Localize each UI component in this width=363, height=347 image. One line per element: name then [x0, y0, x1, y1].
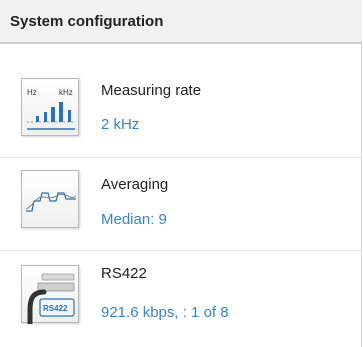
- averaging-title: Averaging: [101, 176, 169, 193]
- system-configuration-panel: System configuration Hz kHz Measuring ra…: [0, 0, 362, 347]
- measuring-rate-value-link[interactable]: 2 kHz: [101, 116, 139, 133]
- averaging-value-link[interactable]: Median: 9: [101, 211, 167, 228]
- icon-khz-label: kHz: [59, 88, 73, 97]
- averaging-icon: [21, 170, 79, 228]
- measuring-rate-icon: Hz kHz: [21, 78, 79, 136]
- rs422-graphic: RS422: [27, 273, 75, 324]
- icon-rs422-label: RS422: [43, 304, 68, 313]
- averaging-graphic: [25, 192, 77, 212]
- rs422-value-link[interactable]: 921.6 kbps, : 1 of 8: [101, 304, 229, 321]
- measuring-rate-graphic: Hz kHz: [27, 88, 75, 130]
- config-item-averaging: Averaging Median: 9: [0, 158, 362, 254]
- panel-header: System configuration: [0, 0, 362, 44]
- rs422-title: RS422: [101, 265, 147, 282]
- config-item-rs422: RS422 RS422 921.6 kbps, : 1 of 8: [0, 251, 362, 347]
- panel-title: System configuration: [10, 13, 164, 30]
- rs422-icon: RS422: [21, 265, 79, 324]
- measuring-rate-title: Measuring rate: [101, 82, 202, 99]
- config-item-measuring-rate: Hz kHz Measuring rate 2 kHz: [0, 66, 362, 162]
- icon-hz-label: Hz: [27, 88, 37, 97]
